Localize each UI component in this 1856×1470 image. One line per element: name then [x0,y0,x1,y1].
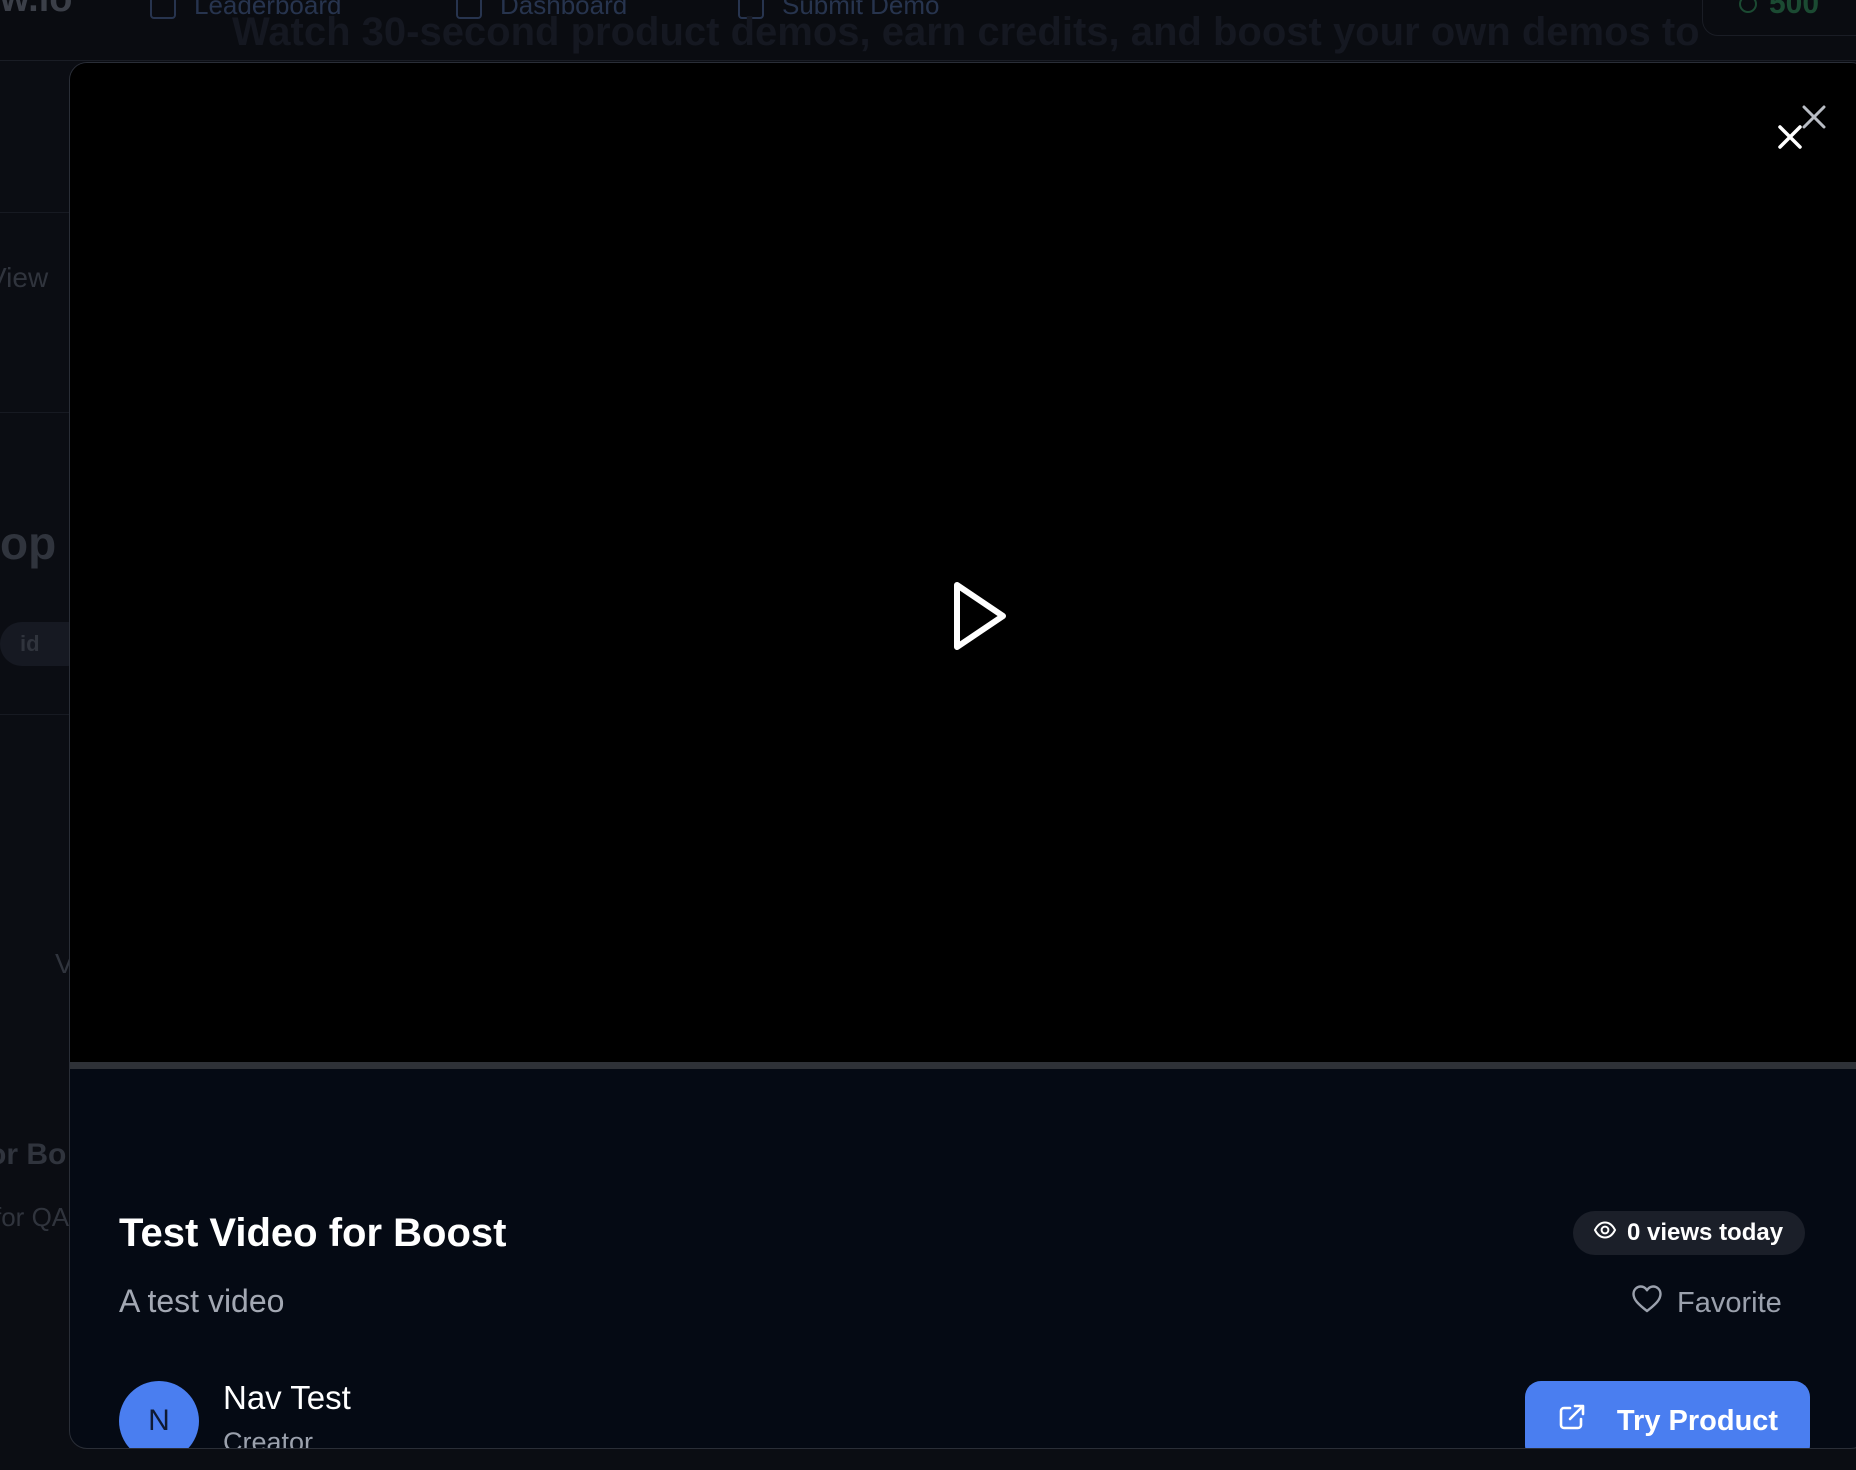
view-label: View [0,262,49,293]
video-progress-bar[interactable] [70,1062,1856,1069]
close-icon[interactable] [1796,99,1832,135]
divider [0,714,80,715]
divider [0,412,80,413]
external-link-icon [1557,1402,1587,1440]
card-title: or Bo [0,1138,67,1171]
video-description: A test video [119,1283,285,1319]
views-badge: 0 views today [1573,1211,1806,1255]
favorite-button[interactable]: Favorite [1631,1281,1782,1325]
section-heading: op [0,517,57,569]
try-product-button[interactable]: Try Product [1525,1381,1810,1448]
avatar: N [119,1381,199,1448]
divider [0,212,80,213]
play-icon[interactable] [943,575,1013,657]
card-description: for QA [0,1202,70,1232]
heart-icon [1631,1284,1663,1322]
video-player[interactable] [70,63,1856,1062]
video-info-panel: Test Video for Boost A test video 0 view… [70,1069,1856,1449]
video-modal: Test Video for Boost A test video 0 view… [69,62,1856,1449]
trophy-icon [150,0,176,19]
creator-name: Nav Test [223,1379,351,1416]
credits-badge[interactable]: 500 [1702,0,1856,36]
creator-role: Creator [223,1427,314,1449]
eye-icon [1593,1218,1617,1249]
credits-icon [1739,0,1757,13]
hero-tagline: Watch 30-second product demos, earn cred… [232,10,1700,54]
site-logo: w.io [0,0,72,21]
video-title: Test Video for Boost [119,1211,507,1255]
